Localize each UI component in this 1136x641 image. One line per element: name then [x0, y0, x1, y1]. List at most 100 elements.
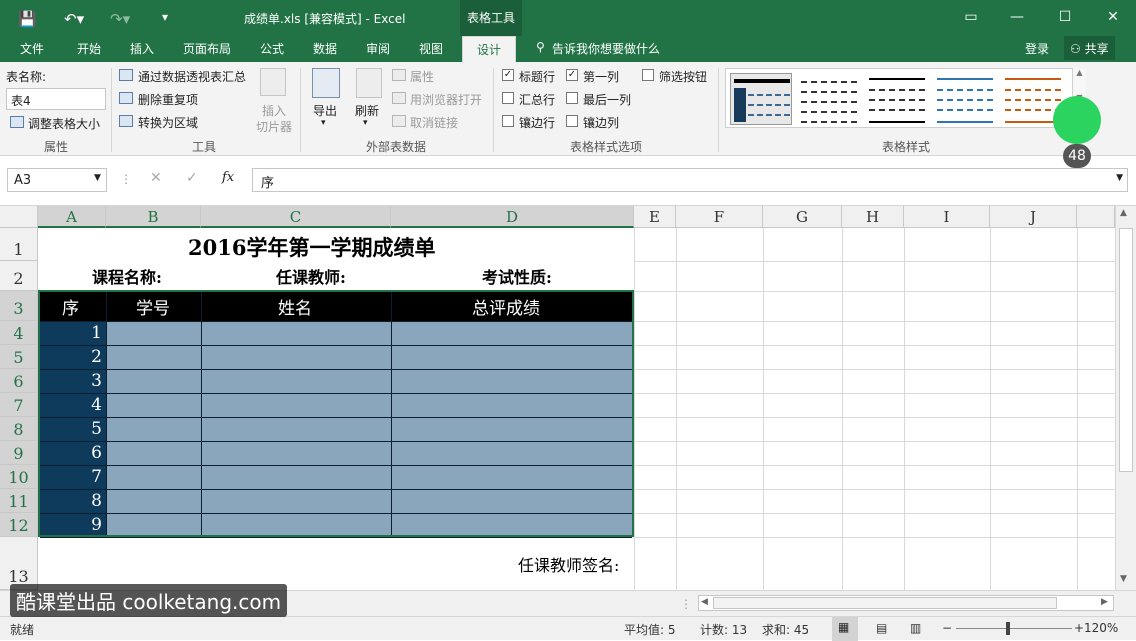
column-header-f[interactable]: F	[676, 206, 763, 228]
minimize-button[interactable]: —	[994, 0, 1040, 36]
scroll-down-icon[interactable]: ▼	[1120, 574, 1127, 584]
column-header-g[interactable]: G	[763, 206, 842, 228]
convert-to-range-button[interactable]: 转换为区域	[138, 114, 198, 131]
row-header-13[interactable]: 13	[0, 537, 38, 590]
formula-input[interactable]: 序 ▼	[252, 168, 1128, 192]
summarize-pivot-button[interactable]: 通过数据透视表汇总	[138, 68, 246, 85]
zoom-in-icon[interactable]: +	[1074, 621, 1084, 635]
column-header-d[interactable]: D	[391, 206, 634, 228]
table-style-lined[interactable]	[866, 73, 928, 125]
row-header-6[interactable]: 6	[0, 369, 38, 393]
zoom-level[interactable]: 120%	[1084, 621, 1118, 635]
tab-formulas[interactable]: 公式	[260, 40, 284, 57]
tab-review[interactable]: 审阅	[366, 40, 390, 57]
open-in-browser-button[interactable]: 用浏览器打开	[410, 91, 482, 108]
seq-cell[interactable]: 6	[40, 442, 102, 464]
unlink-button[interactable]: 取消链接	[410, 114, 458, 131]
column-header-h[interactable]: H	[842, 206, 904, 228]
tab-design[interactable]: 设计	[462, 36, 517, 62]
tell-me-icon[interactable]: ⚲	[536, 40, 545, 54]
zoom-out-icon[interactable]: −	[942, 621, 952, 635]
vertical-scrollbar[interactable]: ▲ ▼	[1115, 206, 1136, 590]
banded-columns-checkbox[interactable]	[566, 115, 578, 127]
tab-file[interactable]: 文件	[20, 40, 44, 57]
table-style-dark[interactable]	[730, 73, 792, 125]
header-seq[interactable]: 序	[62, 294, 79, 319]
table-style-blue[interactable]	[934, 73, 996, 125]
column-header-j[interactable]: J	[990, 206, 1077, 228]
row-header-2[interactable]: 2	[0, 261, 38, 291]
table-name-input[interactable]: 表4	[6, 88, 106, 110]
horizontal-scrollbar[interactable]: ◀ ▶	[698, 595, 1114, 611]
tell-me-box[interactable]: 告诉我你想要做什么	[552, 40, 660, 57]
seq-cell[interactable]: 8	[40, 490, 102, 512]
total-row-checkbox[interactable]	[502, 92, 514, 104]
column-header-i[interactable]: I	[904, 206, 990, 228]
insert-slicer-label-1[interactable]: 插入	[262, 102, 286, 119]
column-header-a[interactable]: A	[38, 206, 106, 228]
header-total-score[interactable]: 总评成绩	[472, 294, 540, 319]
zoom-slider-thumb[interactable]	[1006, 622, 1010, 635]
ribbon-display-icon[interactable]: ▭	[948, 0, 994, 36]
header-name[interactable]: 姓名	[278, 294, 312, 319]
select-all-button[interactable]	[0, 206, 38, 228]
cancel-icon[interactable]: ✕	[150, 170, 162, 186]
normal-view-button[interactable]: ▦	[832, 617, 858, 641]
worksheet-grid[interactable]: A B C D E F G H I J 1 2 3 4 5 6 7 8 9 10…	[0, 206, 1136, 590]
header-row-checkbox[interactable]: ✓	[502, 69, 514, 81]
refresh-button[interactable]: 刷新	[355, 102, 379, 119]
last-column-checkbox[interactable]	[566, 92, 578, 104]
tab-view[interactable]: 视图	[419, 40, 443, 57]
seq-cell[interactable]: 9	[40, 514, 102, 536]
row-header-8[interactable]: 8	[0, 417, 38, 441]
seq-cell[interactable]: 2	[40, 346, 102, 368]
seq-cell[interactable]: 4	[40, 394, 102, 416]
insert-function-icon[interactable]: fx	[222, 170, 234, 185]
horizontal-scroll-thumb[interactable]	[713, 597, 1057, 609]
seq-cell[interactable]: 7	[40, 466, 102, 488]
scroll-thumb[interactable]	[1119, 228, 1133, 472]
seq-cell[interactable]: 1	[40, 322, 102, 344]
tab-insert[interactable]: 插入	[130, 40, 154, 57]
maximize-button[interactable]: ☐	[1042, 0, 1088, 36]
login-link[interactable]: 登录	[1025, 40, 1049, 57]
seq-cell[interactable]: 5	[40, 418, 102, 440]
export-button[interactable]: 导出	[313, 102, 337, 119]
header-student-id[interactable]: 学号	[136, 294, 170, 319]
tab-home[interactable]: 开始	[77, 40, 101, 57]
resize-table-button[interactable]: 调整表格大小	[28, 115, 100, 132]
table-style-plain[interactable]	[798, 73, 860, 125]
scroll-left-icon[interactable]: ◀	[701, 597, 708, 607]
filter-button-checkbox[interactable]	[642, 69, 654, 81]
share-button[interactable]: ⚇ 共享	[1064, 36, 1115, 60]
properties-button[interactable]: 属性	[410, 68, 434, 85]
remove-duplicates-button[interactable]: 删除重复项	[138, 91, 198, 108]
tab-data[interactable]: 数据	[313, 40, 337, 57]
redo-icon[interactable]: ↷▾	[110, 10, 130, 28]
name-box[interactable]: A3 ▼	[7, 168, 107, 192]
column-header-k[interactable]	[1077, 206, 1115, 228]
first-column-checkbox[interactable]: ✓	[566, 69, 578, 81]
enter-icon[interactable]: ✓	[186, 170, 198, 186]
row-header-9[interactable]: 9	[0, 441, 38, 465]
column-header-e[interactable]: E	[634, 206, 676, 228]
customize-qat-icon[interactable]: ▾	[162, 10, 168, 24]
name-box-dropdown-icon[interactable]: ▼	[94, 173, 101, 183]
export-dropdown-icon[interactable]: ▾	[321, 118, 326, 128]
row-header-1[interactable]: 1	[0, 228, 38, 261]
refresh-dropdown-icon[interactable]: ▾	[363, 118, 368, 128]
row-header-7[interactable]: 7	[0, 393, 38, 417]
page-break-view-icon[interactable]: ▥	[910, 621, 921, 635]
row-header-10[interactable]: 10	[0, 465, 38, 489]
gallery-up-icon[interactable]: ▲	[1073, 68, 1086, 77]
row-header-3[interactable]: 3	[0, 291, 38, 321]
row-header-11[interactable]: 11	[0, 489, 38, 513]
expand-formula-icon[interactable]: ▼	[1116, 173, 1123, 183]
scroll-up-icon[interactable]: ▲	[1120, 208, 1127, 218]
row-header-4[interactable]: 4	[0, 321, 38, 345]
scroll-right-icon[interactable]: ▶	[1101, 597, 1108, 607]
tab-page-layout[interactable]: 页面布局	[183, 40, 231, 57]
save-icon[interactable]: 💾	[18, 10, 37, 28]
seq-cell[interactable]: 3	[40, 370, 102, 392]
undo-icon[interactable]: ↶▾	[64, 10, 84, 28]
